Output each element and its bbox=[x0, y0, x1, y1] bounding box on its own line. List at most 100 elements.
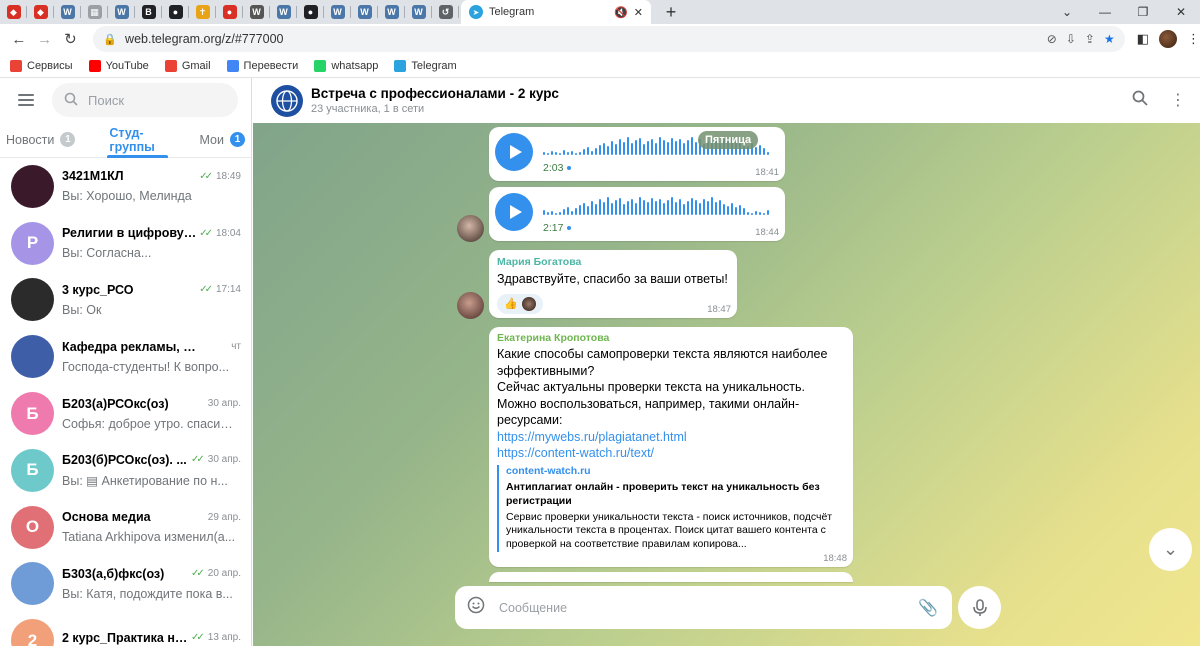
message-link[interactable]: https://content-watch.ru/text/ bbox=[497, 445, 845, 462]
sender-name[interactable]: Екатерина Кропотова bbox=[497, 332, 845, 344]
play-icon[interactable] bbox=[495, 193, 533, 231]
share-icon[interactable]: ⇪ bbox=[1085, 32, 1095, 46]
install-icon[interactable]: ⇩ bbox=[1066, 32, 1076, 46]
pinned-tab[interactable]: W bbox=[108, 0, 135, 24]
chat-time: чт bbox=[231, 341, 241, 353]
mute-icon[interactable]: 🔇 bbox=[614, 6, 628, 19]
bookmark-item[interactable]: Telegram bbox=[394, 59, 457, 72]
pinned-tab[interactable]: ● bbox=[216, 0, 243, 24]
lock-icon[interactable]: 🔒 bbox=[103, 33, 117, 46]
red-diamond-icon: ◆ bbox=[33, 5, 48, 19]
gmail-icon bbox=[164, 59, 177, 72]
folder-tab[interactable]: Мои 1 bbox=[194, 122, 252, 158]
bookmark-item[interactable]: whatsapp bbox=[314, 59, 378, 72]
chat-item[interactable]: 3421M1КЛ ✓✓ 18:49 Вы: Хорошо, Мелинда bbox=[0, 158, 251, 215]
chat-avatar: Б bbox=[11, 448, 54, 492]
emoji-icon[interactable] bbox=[467, 596, 485, 619]
chat-name: 2 курс_Практика на... bbox=[62, 630, 192, 645]
back-icon[interactable]: ← bbox=[6, 26, 32, 52]
voice-waveform[interactable] bbox=[543, 195, 769, 215]
blocked-popup-icon[interactable]: ⊘ bbox=[1047, 32, 1057, 46]
message-bubble[interactable]: Екатерина Кропотова Какие способы самопр… bbox=[489, 327, 853, 567]
cross-icon: ✝ bbox=[195, 5, 210, 19]
microphone-button[interactable] bbox=[958, 586, 1001, 629]
message-composer[interactable]: Сообщение 📎 bbox=[455, 586, 952, 629]
bookmark-item[interactable]: YouTube bbox=[88, 59, 149, 72]
pinned-tab[interactable]: ● bbox=[162, 0, 189, 24]
restore-icon[interactable]: ❐ bbox=[1124, 0, 1162, 24]
reload-icon[interactable]: ↻ bbox=[58, 26, 84, 52]
pinned-tab[interactable]: W bbox=[270, 0, 297, 24]
pinned-tab[interactable]: B bbox=[135, 0, 162, 24]
folder-label: Новости bbox=[6, 132, 55, 147]
telegram-icon: ➤ bbox=[469, 5, 483, 19]
pinned-tab[interactable]: W bbox=[351, 0, 378, 24]
url-text[interactable]: web.telegram.org/z/#777000 bbox=[125, 32, 283, 46]
chat-time: 13 апр. bbox=[207, 632, 241, 644]
reaction-pill[interactable]: 👍 bbox=[497, 293, 543, 314]
tab-search-icon[interactable]: ⌄ bbox=[1048, 0, 1086, 24]
chat-item[interactable]: Р Религии в цифровую... ✓✓ 18:04 Вы: Согласн… bbox=[0, 215, 251, 272]
attach-icon[interactable]: 📎 bbox=[918, 598, 952, 618]
message-input[interactable]: Сообщение bbox=[499, 601, 904, 615]
pinned-tab[interactable]: ◆ bbox=[0, 0, 27, 24]
chat-item[interactable]: Кафедра рекламы, св... чт Господа-студенты… bbox=[0, 328, 251, 385]
menu-hamburger-icon[interactable] bbox=[18, 94, 34, 106]
side-panel-icon[interactable]: ◧ bbox=[1137, 31, 1149, 47]
play-icon[interactable] bbox=[495, 133, 533, 171]
read-checkmarks-icon: ✓✓ bbox=[191, 632, 205, 644]
pinned-tab[interactable]: ↺ bbox=[432, 0, 459, 24]
pinned-tab[interactable]: W bbox=[378, 0, 405, 24]
message-link[interactable]: https://mywebs.ru/plagiatanet.html bbox=[497, 429, 845, 446]
folder-label: Мои bbox=[199, 132, 225, 147]
close-tab-icon[interactable]: ✕ bbox=[634, 6, 643, 19]
chat-item[interactable]: 2 2 курс_Практика на... ✓✓ 13 апр. bbox=[0, 612, 251, 646]
bookmark-item[interactable]: Перевести bbox=[226, 59, 298, 72]
pinned-tab[interactable]: ◆ bbox=[27, 0, 54, 24]
folder-tab[interactable]: Студ-группы bbox=[103, 122, 171, 158]
group-avatar[interactable] bbox=[271, 84, 303, 117]
pinned-tab[interactable]: W bbox=[324, 0, 351, 24]
sender-avatar[interactable] bbox=[457, 215, 484, 242]
pinned-tab[interactable]: W bbox=[54, 0, 81, 24]
chat-item[interactable]: Б Б203(б)РСОкс(оз). ... ✓✓ 30 апр. Вы: ▤ Анк… bbox=[0, 442, 251, 499]
minimize-icon[interactable]: — bbox=[1086, 0, 1124, 24]
thumbs-up-icon: 👍 bbox=[504, 298, 518, 310]
red-diamond-icon: ◆ bbox=[6, 5, 21, 19]
chat-item[interactable]: Б Б203(а)РСОкс(оз) 30 апр. Софья: доброе ут… bbox=[0, 385, 251, 442]
forward-icon[interactable]: → bbox=[32, 26, 58, 52]
active-tab[interactable]: ➤ Telegram 🔇 ✕ bbox=[461, 0, 651, 24]
chat-header[interactable]: Встреча с профессионалами - 2 курс 23 уч… bbox=[253, 78, 1200, 123]
pinned-tabs: ◆ ◆ W ▦ W B ● ✝ ● W W ● W W W W ↺ bbox=[0, 0, 459, 24]
menu-icon[interactable]: ⋮ bbox=[1187, 31, 1200, 47]
new-tab-button[interactable]: + bbox=[659, 2, 683, 23]
youtube-icon bbox=[88, 59, 101, 72]
scroll-down-button[interactable]: ⌄ bbox=[1149, 528, 1192, 571]
search-icon[interactable] bbox=[1132, 90, 1148, 111]
address-bar[interactable]: 🔒 web.telegram.org/z/#777000 ⊘ ⇩ ⇪ ★ bbox=[93, 26, 1125, 52]
chat-item[interactable]: О Основа медиа 29 апр. Tatiana Arkhipova из… bbox=[0, 499, 251, 556]
chat-item[interactable]: Б303(а,б)фкс(оз) ✓✓ 20 апр. Вы: Катя, подож… bbox=[0, 556, 251, 613]
profile-avatar[interactable] bbox=[1159, 30, 1177, 48]
search-input[interactable]: Поиск bbox=[52, 83, 238, 117]
folder-tab[interactable]: Новости 1 bbox=[0, 122, 81, 158]
link-preview[interactable]: content-watch.ru Антиплагиат онлайн - пр… bbox=[497, 464, 845, 552]
pinned-tab[interactable]: ● bbox=[297, 0, 324, 24]
pinned-tab[interactable]: W bbox=[405, 0, 432, 24]
more-icon[interactable]: ⋮ bbox=[1170, 90, 1186, 111]
sender-name[interactable]: Мария Богатова bbox=[497, 256, 729, 268]
sender-avatar[interactable] bbox=[457, 292, 484, 319]
bookmark-item[interactable]: Gmail bbox=[164, 59, 211, 72]
pinned-tab[interactable]: ✝ bbox=[189, 0, 216, 24]
chat-item[interactable]: 3 курс_РСО ✓✓ 17:14 Вы: Ок bbox=[0, 272, 251, 329]
message-bubble[interactable]: Мария Богатова Здравствуйте, спасибо за … bbox=[489, 250, 737, 318]
bookmark-item[interactable]: Сервисы bbox=[10, 59, 73, 72]
chat-time: 18:04 bbox=[215, 227, 241, 239]
chat-time: 18:49 bbox=[215, 170, 241, 182]
pinned-tab[interactable]: W bbox=[243, 0, 270, 24]
preview-site: content-watch.ru bbox=[506, 464, 591, 477]
voice-message[interactable]: 2:17 18:44 bbox=[489, 187, 785, 241]
bookmark-star-icon[interactable]: ★ bbox=[1104, 32, 1115, 46]
pinned-tab[interactable]: ▦ bbox=[81, 0, 108, 24]
close-window-icon[interactable]: ✕ bbox=[1162, 0, 1200, 24]
